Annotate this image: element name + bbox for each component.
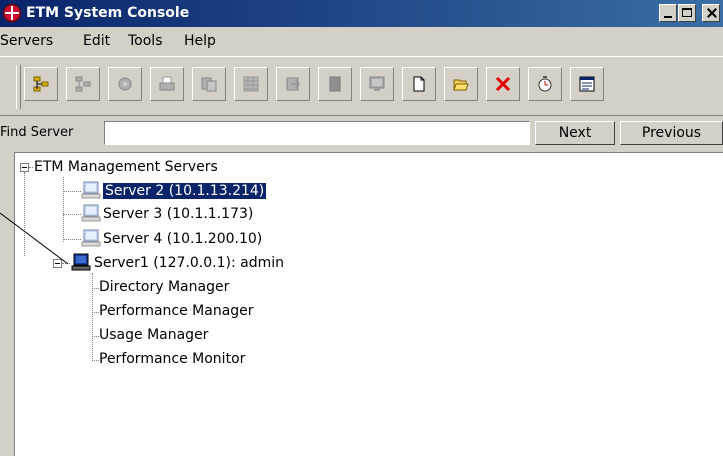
- tree-connector: [29, 167, 33, 168]
- tree-connector: [24, 172, 25, 256]
- monitor-button[interactable]: [360, 67, 394, 101]
- collapse-server1-toggle[interactable]: [53, 259, 62, 268]
- open-folder-icon: [453, 79, 469, 91]
- window-title: ETM System Console: [26, 5, 190, 21]
- grid-button[interactable]: [234, 67, 268, 101]
- previous-button[interactable]: Previous: [620, 121, 723, 145]
- stop-button[interactable]: [318, 67, 352, 101]
- title-bar[interactable]: ETM System Console: [0, 0, 723, 27]
- maximize-button[interactable]: [678, 4, 696, 22]
- tree-directory-manager[interactable]: Directory Manager: [99, 279, 229, 295]
- close-button[interactable]: [702, 4, 720, 22]
- print-icon: [159, 76, 175, 91]
- new-document-button[interactable]: [402, 67, 436, 101]
- menu-servers[interactable]: Servers: [0, 33, 53, 49]
- disconnect-button[interactable]: [66, 67, 100, 101]
- toolbar-grip: [16, 65, 21, 109]
- delete-icon: [495, 76, 511, 92]
- delete-button[interactable]: [486, 67, 520, 101]
- next-button[interactable]: Next: [535, 121, 615, 145]
- properties-icon: [579, 76, 595, 92]
- copy-icon: [201, 77, 217, 92]
- tree-connector: [92, 360, 99, 361]
- tree-root[interactable]: ETM Management Servers: [34, 159, 218, 175]
- grid-icon: [243, 76, 259, 92]
- settings-icon: [118, 77, 132, 91]
- minimize-button[interactable]: [659, 4, 677, 22]
- tree-server-4[interactable]: Server 4 (10.1.200.10): [103, 231, 262, 247]
- connect-button[interactable]: [24, 67, 58, 101]
- tree-server-2[interactable]: Server 2 (10.1.13.214): [101, 182, 268, 200]
- tree-connector: [62, 263, 70, 264]
- timer-icon: [538, 76, 552, 92]
- server-icon: [81, 229, 101, 247]
- connect-icon: [33, 76, 49, 92]
- tree-connector: [92, 288, 99, 289]
- find-server-bar: Find Server Next Previous: [0, 120, 723, 148]
- collapse-root-toggle[interactable]: [20, 163, 29, 172]
- menu-bar: Servers Edit Tools Help: [0, 29, 723, 53]
- timer-button[interactable]: [528, 67, 562, 101]
- tree-performance-monitor[interactable]: Performance Monitor: [99, 351, 245, 367]
- menu-edit[interactable]: Edit: [83, 33, 110, 49]
- tree-connector: [63, 177, 64, 242]
- tree-connector: [63, 191, 81, 192]
- open-folder-button[interactable]: [444, 67, 478, 101]
- find-server-label: Find Server: [0, 125, 74, 140]
- etm-logo-icon: [3, 4, 21, 22]
- monitor-icon: [369, 76, 385, 91]
- tree-server-3[interactable]: Server 3 (10.1.1.173): [103, 206, 253, 222]
- toolbar: [0, 56, 723, 116]
- tree-connector: [92, 336, 99, 337]
- new-document-icon: [413, 76, 425, 92]
- find-server-input[interactable]: [104, 121, 530, 145]
- disconnect-icon: [75, 76, 91, 92]
- tree-connector: [92, 273, 93, 361]
- tree-server-1[interactable]: Server1 (127.0.0.1): admin: [94, 255, 284, 271]
- properties-button[interactable]: [570, 67, 604, 101]
- tree-connector: [63, 239, 81, 240]
- server-icon: [81, 181, 101, 199]
- print-button[interactable]: [150, 67, 184, 101]
- tree-usage-manager[interactable]: Usage Manager: [99, 327, 208, 343]
- stop-icon: [329, 76, 341, 92]
- app-window: ETM System Console Servers Edit Tools He…: [0, 0, 723, 456]
- settings-button[interactable]: [108, 67, 142, 101]
- menu-tools[interactable]: Tools: [128, 33, 163, 49]
- tree-connector: [92, 312, 99, 313]
- tree-performance-manager[interactable]: Performance Manager: [99, 303, 254, 319]
- copy-button[interactable]: [192, 67, 226, 101]
- server-tree[interactable]: ETM Management Servers Server 2 (10.1.13…: [14, 152, 723, 456]
- export-icon: [286, 77, 300, 91]
- server-icon: [81, 204, 101, 222]
- export-button[interactable]: [276, 67, 310, 101]
- connected-server-icon: [71, 253, 91, 271]
- menu-help[interactable]: Help: [184, 33, 216, 49]
- tree-connector: [63, 214, 81, 215]
